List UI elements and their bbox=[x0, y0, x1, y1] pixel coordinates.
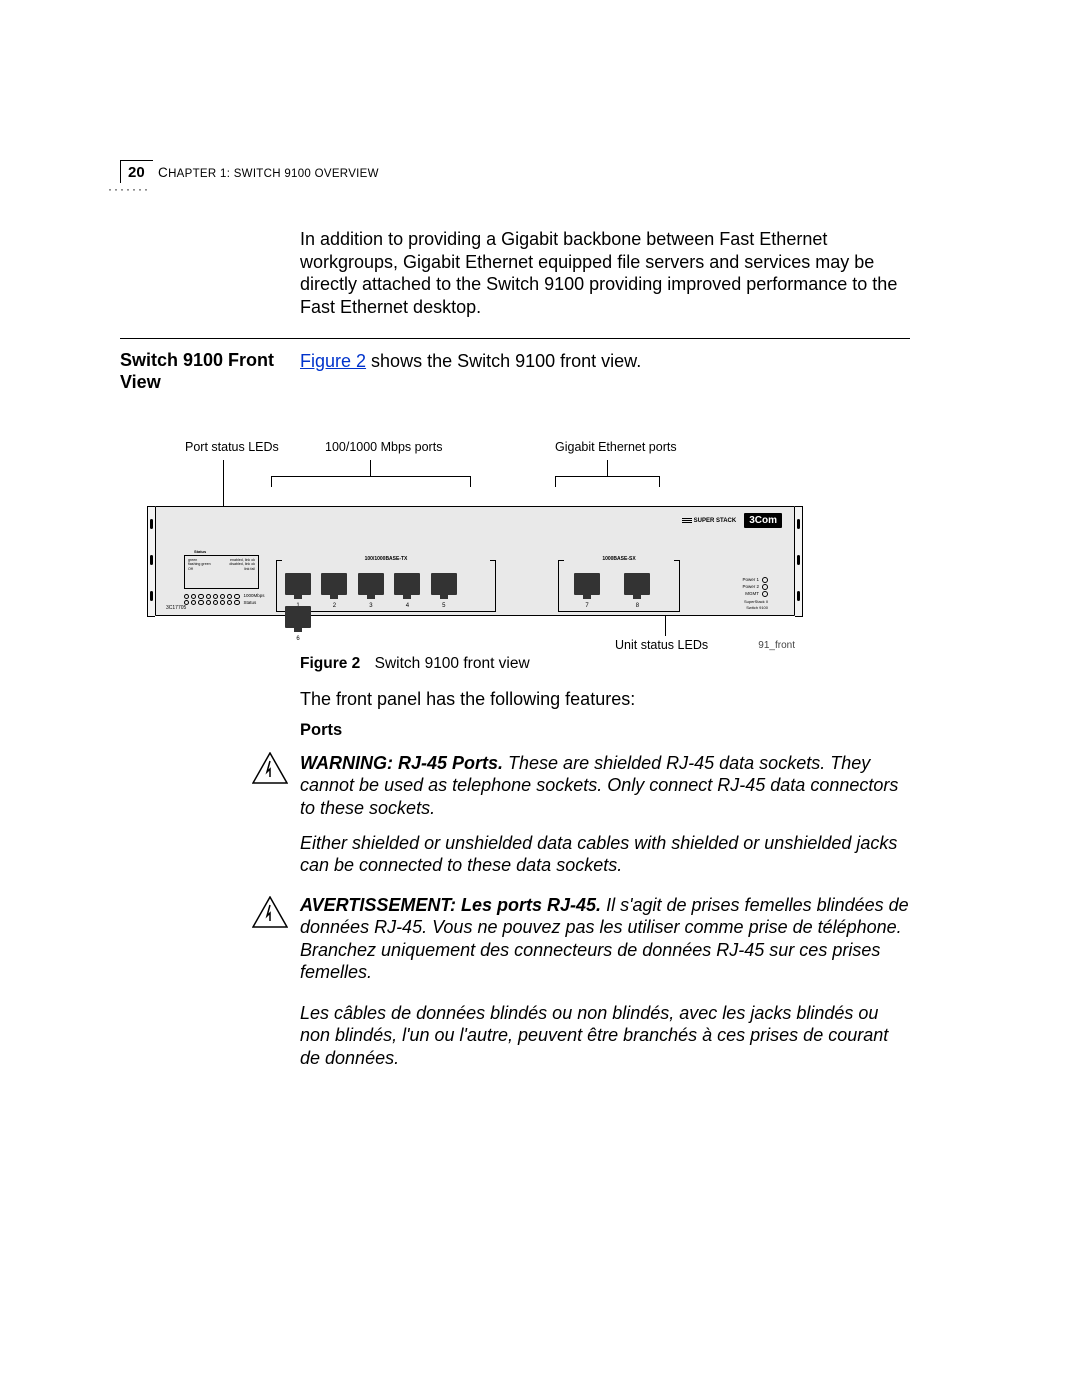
callout-unit-status-leds: Unit status LEDs bbox=[615, 638, 708, 652]
callout-gig-ports: Gigabit Ethernet ports bbox=[555, 440, 677, 454]
port-group-title: 100/1000BASE-TX bbox=[282, 556, 490, 562]
warning-fr-p2: Les câbles de données blindés ou non bli… bbox=[300, 1002, 910, 1069]
leader-line bbox=[665, 616, 666, 636]
ports-heading: Ports bbox=[300, 721, 342, 740]
section-rule bbox=[120, 338, 910, 339]
warning-icon bbox=[252, 896, 288, 928]
leader-line bbox=[607, 460, 608, 468]
section-title: Switch 9100 Front View bbox=[120, 350, 290, 393]
chapter-heading-rest: HAPTER 1: SWITCH 9100 OVERVIEW bbox=[168, 168, 379, 180]
chapter-heading-text: C bbox=[158, 165, 168, 180]
figure-2: Port status LEDs 100/1000 Mbps ports Gig… bbox=[155, 440, 795, 652]
unit-status-leds: Power 1 Power 2 MGMT SuperStack II Switc… bbox=[742, 577, 768, 611]
rj45-port: 3 bbox=[358, 573, 384, 595]
rj45-port: 1 bbox=[285, 573, 311, 595]
figure-caption-label: Figure 2 bbox=[300, 655, 360, 672]
callout-mbps-ports: 100/1000 Mbps ports bbox=[325, 440, 442, 454]
superstack-label: SUPER STACK bbox=[682, 517, 737, 525]
figure-caption: Figure 2 Switch 9100 front view bbox=[300, 655, 530, 673]
warning-icon bbox=[252, 752, 288, 784]
3com-logo: 3Com bbox=[744, 513, 782, 528]
warning-lead: AVERTISSEMENT: Les ports RJ-45. bbox=[300, 895, 601, 915]
header-dots: ······· bbox=[108, 182, 150, 196]
chapter-heading: CHAPTER 1: SWITCH 9100 OVERVIEW bbox=[158, 165, 379, 180]
rack-ear-right bbox=[795, 506, 803, 617]
leader-line bbox=[223, 460, 224, 468]
figure-id: 91_front bbox=[758, 640, 795, 651]
port-group-100-1000: 100/1000BASE-TX 1 2 3 4 5 6 bbox=[282, 567, 490, 602]
warning-en: WARNING: RJ-45 Ports. These are shielded… bbox=[300, 752, 910, 819]
figure-link[interactable]: Figure 2 bbox=[300, 351, 366, 371]
leader-line bbox=[370, 468, 371, 476]
callout-port-status-leds: Port status LEDs bbox=[185, 440, 279, 454]
bracket bbox=[271, 476, 471, 477]
features-intro: The front panel has the following featur… bbox=[300, 689, 635, 710]
rack-ear-left bbox=[147, 506, 155, 617]
port-status-leds: 1000Mbps Status bbox=[184, 593, 265, 606]
rj45-port: 2 bbox=[321, 573, 347, 595]
port-group-title: 1000BASE-SX bbox=[564, 556, 674, 562]
page-number: 20 bbox=[128, 164, 145, 181]
figure-reference: Figure 2 shows the Switch 9100 front vie… bbox=[300, 351, 641, 372]
product-code: 3C17705 bbox=[166, 605, 186, 611]
warning-lead: WARNING: RJ-45 Ports. bbox=[300, 753, 503, 773]
figure-reference-text: shows the Switch 9100 front view. bbox=[366, 351, 641, 371]
figure-caption-text: Switch 9100 front view bbox=[375, 655, 530, 672]
intro-paragraph: In addition to providing a Gigabit backb… bbox=[300, 228, 910, 318]
port-group-gigabit: 1000BASE-SX 7 8 bbox=[564, 567, 674, 602]
rj45-port: 4 bbox=[394, 573, 420, 595]
rj45-port: 7 bbox=[574, 573, 600, 595]
switch-front-panel: SUPER STACK 3Com Status greenenabled, li… bbox=[155, 506, 795, 616]
status-box-title: Status bbox=[194, 549, 206, 554]
status-legend: greenenabled, link ok flashing greendisa… bbox=[184, 555, 259, 589]
warning-fr: AVERTISSEMENT: Les ports RJ-45. Il s'agi… bbox=[300, 894, 910, 983]
leader-line bbox=[607, 468, 608, 476]
rj45-port: 8 bbox=[624, 573, 650, 595]
leader-line bbox=[370, 460, 371, 468]
bracket bbox=[555, 476, 660, 477]
warning-en-p2: Either shielded or unshielded data cable… bbox=[300, 832, 910, 877]
rj45-port: 5 bbox=[431, 573, 457, 595]
